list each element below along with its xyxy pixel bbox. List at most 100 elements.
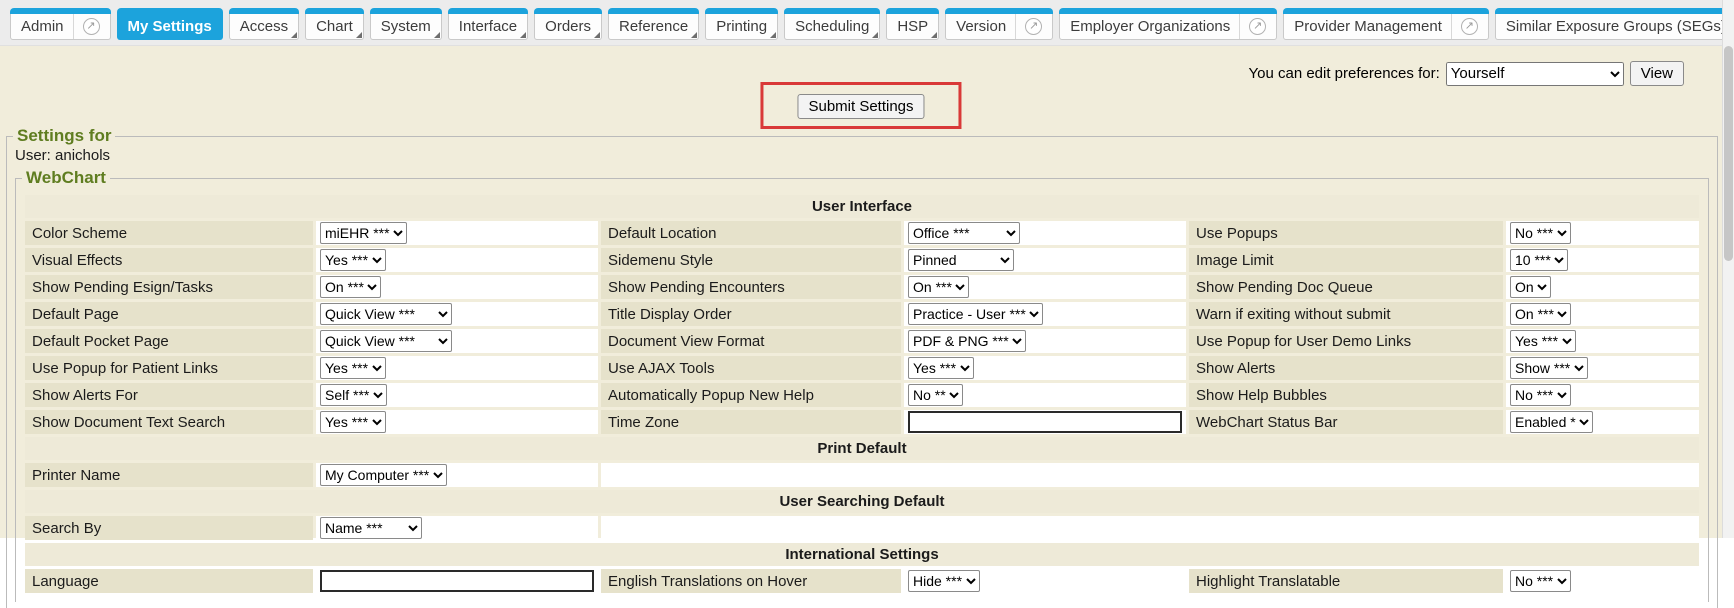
tab-version[interactable]: Version ↗ [945, 8, 1053, 40]
webchart-fieldset: WebChart User InterfaceColor SchememiEHR… [15, 168, 1709, 602]
tab-body: Similar Exposure Groups (SEGs)↗ [1495, 14, 1734, 40]
show-pending-encounters-select[interactable]: On *** [908, 276, 969, 298]
show-alerts-label: Show Alerts [1189, 356, 1503, 380]
tab-orders[interactable]: Orders [534, 8, 602, 40]
tab-admin[interactable]: Admin ↗ [10, 8, 111, 40]
tab-label: Orders [545, 18, 591, 35]
show-help-bubbles-select[interactable]: No *** [1510, 384, 1571, 406]
show-pending-esign-tasks-select[interactable]: On *** [320, 276, 381, 298]
time-zone-input[interactable] [908, 411, 1182, 433]
warn-if-exiting-without-submit-select[interactable]: On *** [1510, 303, 1571, 325]
view-button[interactable]: View [1630, 61, 1684, 86]
tab-label: Admin [21, 18, 64, 35]
tab-employer-organizations[interactable]: Employer Organizations↗ [1059, 8, 1277, 40]
tab-body: Provider Management↗ [1283, 14, 1489, 40]
tab-reference[interactable]: Reference [608, 8, 699, 40]
automatically-popup-new-help-label: Automatically Popup New Help [601, 383, 901, 407]
document-view-format-select[interactable]: PDF & PNG *** [908, 330, 1026, 352]
default-page-value-cell: Quick View *** [316, 302, 598, 326]
tab-body: Admin ↗ [10, 14, 111, 40]
use-ajax-tools-label: Use AJAX Tools [601, 356, 901, 380]
show-document-text-search-select[interactable]: Yes *** [320, 411, 386, 433]
color-scheme-select[interactable]: miEHR *** [320, 222, 407, 244]
use-popups-select[interactable]: No *** [1510, 222, 1571, 244]
webchart-status-bar-select[interactable]: Enabled * [1510, 411, 1593, 433]
tab-similar-exposure-groups-segs[interactable]: Similar Exposure Groups (SEGs)↗ [1495, 8, 1734, 40]
english-translations-on-hover-label: English Translations on Hover [601, 569, 901, 593]
edit-preferences-select[interactable]: Yourself [1446, 62, 1624, 86]
tab-printing[interactable]: Printing [705, 8, 778, 40]
tab-provider-management[interactable]: Provider Management↗ [1283, 8, 1489, 40]
tab-body: Scheduling [784, 14, 880, 40]
default-location-select[interactable]: Office *** [908, 222, 1020, 244]
submenu-corner-icon [291, 32, 297, 38]
search-by-select[interactable]: Name *** [320, 517, 422, 539]
tab-hsp[interactable]: HSP [886, 8, 939, 40]
default-pocket-page-select[interactable]: Quick View *** [320, 330, 452, 352]
edit-preferences-control: You can edit preferences for: Yourself V… [1249, 61, 1685, 86]
image-limit-select[interactable]: 10 *** [1510, 249, 1568, 271]
language-input[interactable] [320, 570, 594, 592]
external-link-icon[interactable]: ↗ [1249, 18, 1266, 35]
show-pending-esign-tasks-label: Show Pending Esign/Tasks [25, 275, 313, 299]
use-popup-for-user-demo-links-select[interactable]: Yes *** [1510, 330, 1576, 352]
section-header: User Searching Default [25, 490, 1699, 513]
use-ajax-tools-select[interactable]: Yes *** [908, 357, 974, 379]
tab-body: HSP [886, 14, 939, 40]
tab-interface[interactable]: Interface [448, 8, 528, 40]
submit-settings-annotation-box: Submit Settings [760, 82, 961, 129]
settings-row: Use Popup for Patient LinksYes ***Use AJ… [25, 356, 1699, 380]
section-header-row: Print Default [25, 437, 1699, 460]
use-popup-for-user-demo-links-value-cell: Yes *** [1506, 329, 1699, 353]
highlight-translatable-select[interactable]: No *** [1510, 570, 1571, 592]
settings-for-fieldset: Settings for User: anichols WebChart Use… [6, 126, 1718, 608]
tab-divider: ↗ [1239, 14, 1266, 39]
section-header: Print Default [25, 437, 1699, 460]
section-header: User Interface [25, 195, 1699, 218]
show-document-text-search-label: Show Document Text Search [25, 410, 313, 434]
automatically-popup-new-help-select[interactable]: No ** [908, 384, 963, 406]
tab-label: HSP [897, 18, 928, 35]
tab-label: My Settings [128, 18, 212, 35]
tab-label: Version [956, 18, 1006, 35]
tab-label: System [381, 18, 431, 35]
scrollbar-thumb[interactable] [1724, 46, 1733, 261]
submenu-corner-icon [931, 32, 937, 38]
visual-effects-label: Visual Effects [25, 248, 313, 272]
title-display-order-select[interactable]: Practice - User *** [908, 303, 1043, 325]
content-area: You can edit preferences for: Yourself V… [0, 46, 1722, 538]
language-label: Language [25, 569, 313, 593]
visual-effects-select[interactable]: Yes *** [320, 249, 386, 271]
use-popup-for-patient-links-select[interactable]: Yes *** [320, 357, 386, 379]
submenu-corner-icon [770, 32, 776, 38]
external-link-icon[interactable]: ↗ [83, 18, 100, 35]
image-limit-value-cell: 10 *** [1506, 248, 1699, 272]
tab-my-settings[interactable]: My Settings [117, 8, 223, 40]
color-scheme-label: Color Scheme [25, 221, 313, 245]
settings-row: Show Alerts ForSelf ***Automatically Pop… [25, 383, 1699, 407]
show-alerts-select[interactable]: Show *** [1510, 357, 1588, 379]
show-pending-doc-queue-label: Show Pending Doc Queue [1189, 275, 1503, 299]
submenu-corner-icon [520, 32, 526, 38]
show-alerts-for-select[interactable]: Self *** [320, 384, 387, 406]
default-page-select[interactable]: Quick View *** [320, 303, 452, 325]
tab-chart[interactable]: Chart [305, 8, 364, 40]
show-pending-doc-queue-select[interactable]: On [1510, 276, 1551, 298]
sidemenu-style-select[interactable]: Pinned [908, 249, 1014, 271]
section-header-row: User Interface [25, 195, 1699, 218]
external-link-icon[interactable]: ↗ [1025, 18, 1042, 35]
show-help-bubbles-label: Show Help Bubbles [1189, 383, 1503, 407]
tab-scheduling[interactable]: Scheduling [784, 8, 880, 40]
default-location-value-cell: Office *** [904, 221, 1186, 245]
vertical-scrollbar[interactable] [1722, 0, 1734, 538]
external-link-icon[interactable]: ↗ [1461, 18, 1478, 35]
submenu-corner-icon [872, 32, 878, 38]
tab-label: Interface [459, 18, 517, 35]
printer-name-select[interactable]: My Computer *** [320, 464, 447, 486]
tab-body: Reference [608, 14, 699, 40]
english-translations-on-hover-select[interactable]: Hide *** [908, 570, 980, 592]
tab-system[interactable]: System [370, 8, 442, 40]
tab-body: Employer Organizations↗ [1059, 14, 1277, 40]
submit-settings-button[interactable]: Submit Settings [797, 94, 924, 119]
tab-access[interactable]: Access [229, 8, 299, 40]
